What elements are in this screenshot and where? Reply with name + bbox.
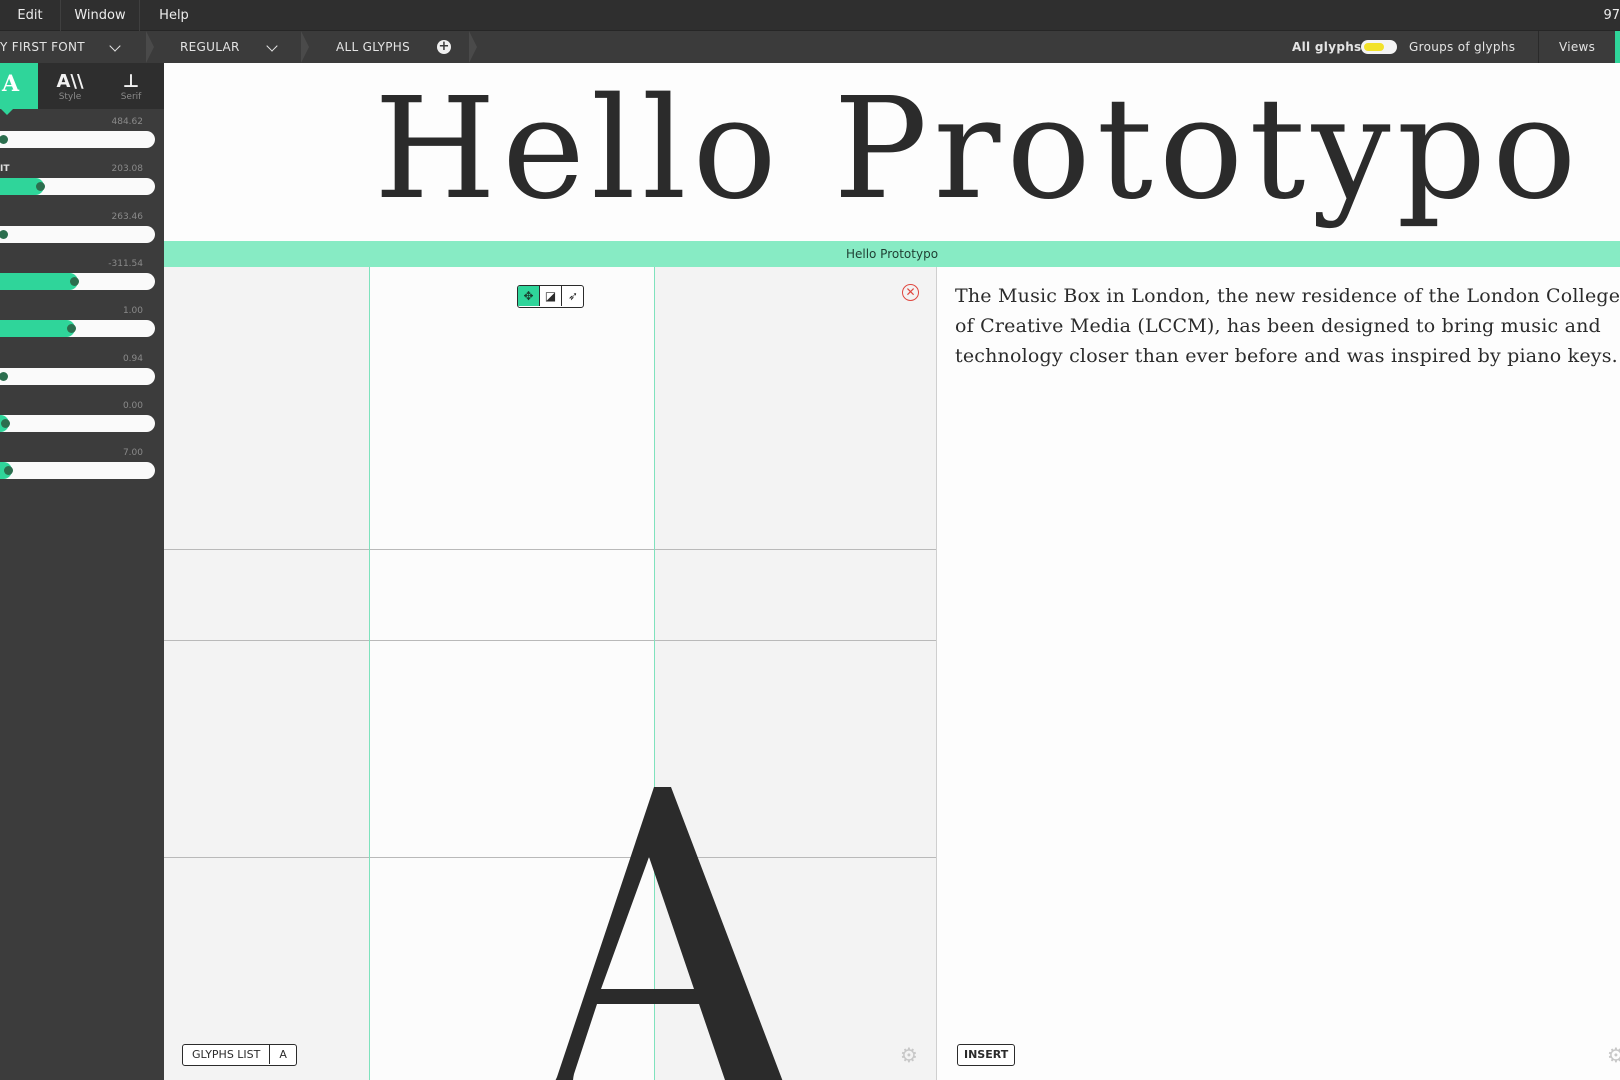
slider-value: 1.00	[122, 306, 143, 317]
slider-value: 484.62	[111, 117, 144, 127]
menu-bar: Edit Window Help 97	[0, 0, 1620, 31]
variant-dropdown[interactable]: REGULAR	[180, 31, 240, 63]
slider-handle[interactable]	[3, 466, 13, 476]
parameter-slider[interactable]: 263.46	[0, 212, 164, 258]
slider-label: IT	[0, 164, 10, 175]
slider-fill	[0, 320, 76, 338]
variant-label: REGULAR	[180, 40, 240, 54]
sidebar: A A\\ Style ⊥ Serif 484.62 IT 203.08 263.46…	[0, 63, 164, 1080]
gear-icon[interactable]: ⚙	[900, 1045, 918, 1065]
glyphs-list-current: A	[279, 1048, 287, 1061]
parameter-slider[interactable]: 0.00	[0, 401, 164, 447]
menu-right-text: 97	[1603, 8, 1620, 23]
slider-fill	[0, 272, 79, 290]
font-name-label: Y FIRST FONT	[0, 40, 85, 54]
toggle-knob	[1364, 43, 1384, 51]
sidebar-tabs: A A\\ Style ⊥ Serif	[0, 63, 164, 115]
sidebearing-line	[369, 267, 370, 1080]
parameter-slider[interactable]: 0.94	[0, 354, 164, 400]
slider-value: -311.54	[108, 258, 143, 269]
preview-title-bar: Hello Prototypo	[164, 241, 1620, 267]
gear-icon[interactable]: ⚙	[1607, 1045, 1620, 1065]
preview-area: Hello Prototypo	[164, 63, 1620, 241]
func-icon: A	[2, 71, 20, 97]
glyph-set-label[interactable]: ALL GLYPHS	[336, 31, 410, 63]
insert-button[interactable]: INSERT	[957, 1044, 1016, 1066]
glyph-a-outline[interactable]	[537, 787, 797, 1080]
parameter-slider[interactable]: -311.54	[0, 259, 164, 305]
glyph-view[interactable]: ✥ ◪ ➶ ✕ A GLYPHS LIST A ⚙	[164, 267, 936, 1080]
slider-handle[interactable]	[0, 229, 8, 239]
slider-value: 7.00	[122, 448, 143, 459]
sample-text[interactable]: The Music Box in London, the new residen…	[955, 281, 1620, 371]
slider-track[interactable]	[0, 320, 155, 338]
tab-style[interactable]: A\\ Style	[40, 63, 100, 109]
toggle-right-label: Groups of glyphs	[1409, 40, 1516, 54]
toggle-left-label: All glyphs	[1292, 40, 1362, 54]
chevron-down-icon[interactable]	[266, 40, 278, 52]
accent-edge	[1615, 31, 1620, 63]
guide-line	[164, 549, 936, 550]
slider-value: 263.46	[111, 211, 144, 222]
divider	[1538, 31, 1539, 63]
views-button[interactable]: Views	[1559, 31, 1595, 63]
parameter-slider[interactable]: 1.00	[0, 306, 164, 352]
parameter-slider[interactable]: 7.00	[0, 448, 164, 494]
slider-value: 203.08	[111, 164, 144, 175]
pointer-icon[interactable]: ➶	[562, 286, 583, 306]
slider-track[interactable]	[0, 462, 155, 480]
slider-track[interactable]	[0, 131, 155, 148]
glyph-tools: ✥ ◪ ➶	[517, 285, 584, 308]
font-name-dropdown[interactable]: Y FIRST FONT	[0, 31, 85, 63]
move-icon[interactable]: ✥	[518, 286, 540, 306]
slider-track[interactable]	[0, 367, 155, 385]
breadcrumb-separator	[146, 31, 154, 63]
glyphs-list-button[interactable]: GLYPHS LIST A	[182, 1044, 297, 1066]
style-icon: A\\	[56, 71, 84, 92]
plus-circle-icon[interactable]: +	[437, 40, 451, 54]
tab-style-label: Style	[58, 92, 82, 102]
glyph-mode-toggle[interactable]	[1361, 40, 1397, 54]
slider-value: 0.00	[122, 400, 143, 411]
slider-track[interactable]	[0, 414, 155, 432]
menu-window[interactable]: Window	[61, 0, 140, 31]
slider-track[interactable]	[0, 178, 155, 196]
tab-functions[interactable]: A	[0, 63, 38, 109]
slider-value: 0.94	[122, 353, 143, 364]
toolbar: Y FIRST FONT REGULAR ALL GLYPHS + All gl…	[0, 31, 1620, 63]
tab-serif[interactable]: ⊥ Serif	[101, 63, 161, 109]
slider-handle[interactable]	[0, 418, 10, 428]
glyphs-list-label: GLYPHS LIST	[183, 1045, 271, 1064]
menu-edit[interactable]: Edit	[0, 0, 61, 31]
serif-icon: ⊥	[122, 71, 140, 92]
chevron-down-icon[interactable]	[109, 40, 121, 52]
preview-text: Hello Prototypo	[374, 68, 1583, 231]
slider-handle[interactable]	[0, 371, 8, 381]
tab-serif-label: Serif	[120, 92, 142, 102]
text-view[interactable]: The Music Box in London, the new residen…	[936, 267, 1620, 1080]
slider-track[interactable]	[0, 225, 155, 243]
menu-help[interactable]: Help	[140, 0, 208, 31]
close-icon[interactable]: ✕	[902, 284, 919, 301]
parameter-slider[interactable]: 484.62	[0, 117, 164, 163]
shape-icon[interactable]: ◪	[540, 286, 562, 306]
breadcrumb-separator	[301, 31, 309, 63]
active-tab-notch	[1, 109, 13, 115]
breadcrumb-separator	[469, 31, 477, 63]
parameter-slider[interactable]: IT 203.08	[0, 164, 164, 210]
guide-line	[164, 640, 936, 641]
